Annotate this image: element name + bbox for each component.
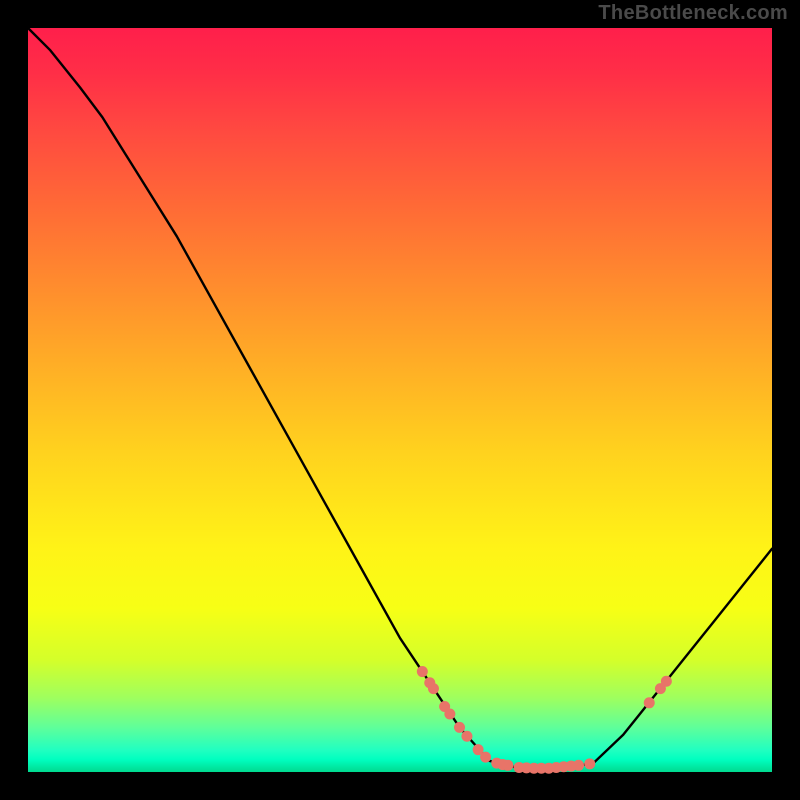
data-marker	[573, 760, 584, 771]
data-marker	[454, 722, 465, 733]
data-marker	[461, 731, 472, 742]
data-marker	[428, 683, 439, 694]
curve-layer	[28, 28, 772, 772]
data-marker	[644, 697, 655, 708]
watermark-text: TheBottleneck.com	[598, 2, 788, 25]
data-marker	[584, 758, 595, 769]
data-marker	[480, 752, 491, 763]
data-marker	[502, 760, 513, 771]
bottleneck-curve	[28, 28, 772, 768]
chart-frame: TheBottleneck.com	[0, 0, 800, 800]
plot-area	[28, 28, 772, 772]
data-marker	[417, 666, 428, 677]
data-marker	[661, 676, 672, 687]
data-marker	[444, 708, 455, 719]
